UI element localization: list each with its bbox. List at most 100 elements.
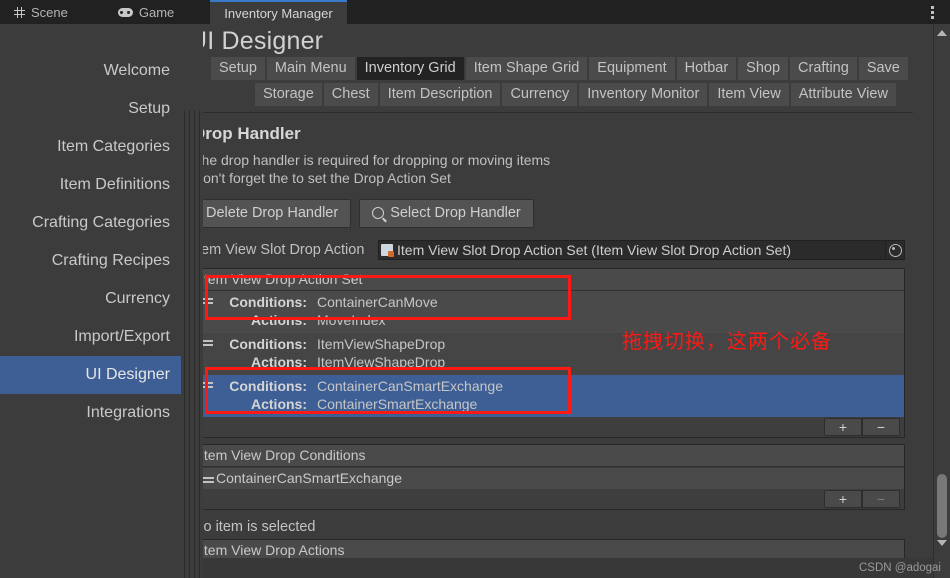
sidebar-item-label: Import/Export	[73, 328, 170, 345]
drop-action-set-value: Item View Slot Drop Action Set (Item Vie…	[397, 242, 791, 258]
actions-value: MoveIndex	[317, 312, 386, 328]
item-view-drop-conditions-list: Item View Drop Conditions ContainerCanSm…	[193, 444, 905, 510]
actions-key: Actions:	[251, 354, 307, 370]
remove-condition-button[interactable]: −	[862, 490, 900, 508]
tab-inventory-monitor[interactable]: Inventory Monitor	[579, 83, 708, 106]
delete-drop-handler-button[interactable]: Delete Drop Handler	[193, 199, 352, 228]
vertical-scrollbar[interactable]	[933, 24, 950, 578]
select-drop-handler-button[interactable]: Select Drop Handler	[359, 199, 534, 228]
tab-setup[interactable]: Setup	[211, 57, 265, 80]
sidebar-item-integrations[interactable]: Integrations	[0, 394, 181, 432]
list-item[interactable]: ContainerCanSmartExchange	[194, 467, 904, 489]
sidebar-item-currency[interactable]: Currency	[0, 280, 181, 318]
add-action-set-button[interactable]: +	[824, 418, 862, 436]
drop-handler-button-row: Delete Drop Handler Select Drop Handler	[193, 199, 913, 228]
sidebar-item-welcome[interactable]: Welcome	[0, 52, 181, 90]
window-tab-scene-label: Scene	[31, 4, 68, 20]
scroll-down-arrow-icon[interactable]	[934, 536, 950, 550]
add-condition-button[interactable]: +	[824, 490, 862, 508]
conditions-key: Conditions:	[229, 378, 307, 394]
kebab-menu-icon[interactable]	[924, 4, 940, 20]
tab-shop[interactable]: Shop	[738, 57, 789, 80]
sidebar-item-label: Crafting Categories	[32, 214, 170, 231]
sidebar-item-label: Currency	[105, 290, 170, 307]
window-tab-game[interactable]: Game	[104, 0, 188, 24]
tab-crafting[interactable]: Crafting	[790, 57, 857, 80]
row-fields: Conditions: ContainerCanSmartExchange Act…	[215, 377, 904, 413]
tab-main-menu[interactable]: Main Menu	[266, 57, 355, 80]
tab-equipment[interactable]: Equipment	[589, 57, 675, 80]
sidebar-item-crafting-recipes[interactable]: Crafting Recipes	[0, 242, 181, 280]
remove-action-set-button[interactable]: −	[862, 418, 900, 436]
designer-tab-row-2: Storage Chest Item Description Currency …	[211, 83, 920, 106]
no-selection-text: No item is selected	[193, 519, 316, 535]
tab-attribute-view[interactable]: Attribute View	[790, 83, 896, 106]
tab-currency[interactable]: Currency	[502, 83, 578, 106]
sidebar-item-label: UI Designer	[85, 366, 170, 383]
panel-heading: Drop Handler	[193, 124, 301, 143]
tab-storage[interactable]: Storage	[255, 83, 322, 106]
sidebar-item-label: Setup	[128, 100, 170, 117]
kebab-dot	[930, 10, 934, 14]
sidebar-item-ui-designer[interactable]: UI Designer	[0, 356, 181, 394]
conditions-value: ItemViewShapeDrop	[317, 336, 446, 352]
sidebar-item-import-export[interactable]: Import/Export	[0, 318, 181, 356]
conditions-key: Conditions:	[229, 336, 307, 352]
sidebar-item-label: Crafting Recipes	[51, 252, 170, 269]
select-drop-handler-label: Select Drop Handler	[390, 205, 521, 221]
picker-dot	[888, 243, 902, 257]
sidebar-item-item-categories[interactable]: Item Categories	[0, 128, 181, 166]
window-tab-game-label: Game	[138, 4, 175, 20]
conditions-value: ContainerCanMove	[317, 294, 438, 310]
window-tab-bar: Scene Game Inventory Manager	[0, 0, 950, 24]
scriptable-object-icon	[381, 244, 394, 257]
scroll-up-arrow-icon[interactable]	[934, 26, 950, 40]
actions-value: ContainerSmartExchange	[317, 396, 478, 412]
sidebar-item-label: Integrations	[86, 404, 170, 421]
condition-value: ContainerCanSmartExchange	[216, 470, 402, 486]
sidebar-item-setup[interactable]: Setup	[0, 90, 181, 128]
action-set-list-header: Item View Drop Action Set	[194, 269, 904, 291]
conditions-list-header: Item View Drop Conditions	[194, 445, 904, 467]
designer-tab-row-1: Setup Main Menu Inventory Grid Item Shap…	[211, 57, 920, 80]
status-bar	[181, 558, 950, 578]
window-tab-scene[interactable]: Scene	[0, 0, 82, 24]
sidebar-item-item-definitions[interactable]: Item Definitions	[0, 166, 181, 204]
tab-save[interactable]: Save	[858, 57, 908, 80]
tab-hotbar[interactable]: Hotbar	[676, 57, 737, 80]
watermark: CSDN @adogai	[859, 562, 941, 574]
object-picker-icon[interactable]	[886, 240, 905, 260]
panel-description-line-1: The drop handler is required for droppin…	[193, 152, 551, 168]
scrollbar-thumb[interactable]	[937, 474, 947, 538]
unity-editor-window: Scene Game Inventory Manager Welcome Set…	[0, 0, 950, 578]
main-content: UI Designer Setup Main Menu Inventory Gr…	[181, 24, 950, 578]
tab-item-description[interactable]: Item Description	[379, 83, 501, 106]
grid-icon	[14, 6, 25, 18]
delete-drop-handler-label: Delete Drop Handler	[206, 205, 339, 221]
drop-action-set-label: Item View Slot Drop Action	[193, 242, 365, 258]
conditions-key: Conditions:	[229, 294, 307, 310]
table-row[interactable]: Conditions: ContainerCanSmartExchange Act…	[194, 375, 904, 417]
designer-tab-rows: Setup Main Menu Inventory Grid Item Shap…	[211, 57, 920, 109]
drop-action-set-object-field[interactable]: Item View Slot Drop Action Set (Item Vie…	[378, 240, 886, 260]
sidebar-item-label: Item Definitions	[59, 176, 170, 193]
panel-divider-rules	[181, 24, 203, 578]
action-set-list-footer: + −	[194, 417, 904, 437]
kebab-dot	[930, 15, 934, 19]
sidebar: Welcome Setup Item Categories Item Defin…	[0, 24, 181, 578]
annotation-note: 拖拽切换，这两个必备	[622, 329, 832, 353]
actions-key: Actions:	[251, 312, 307, 328]
tab-chest[interactable]: Chest	[323, 83, 378, 106]
sidebar-item-label: Welcome	[103, 62, 170, 79]
sidebar-item-crafting-categories[interactable]: Crafting Categories	[0, 204, 181, 242]
tab-item-view[interactable]: Item View	[709, 83, 789, 106]
search-icon	[372, 207, 385, 219]
panel-description-line-2: Don't forget the to set the Drop Action …	[193, 170, 451, 186]
kebab-dot	[930, 5, 934, 9]
tab-item-shape-grid[interactable]: Item Shape Grid	[465, 57, 588, 80]
window-tab-inventory-manager-label: Inventory Manager	[224, 5, 333, 21]
page-title: UI Designer	[189, 27, 324, 55]
row-fields: Conditions: ContainerCanMove Actions: Move…	[215, 293, 904, 329]
window-tab-inventory-manager[interactable]: Inventory Manager	[210, 0, 347, 24]
tab-inventory-grid[interactable]: Inventory Grid	[356, 57, 464, 80]
